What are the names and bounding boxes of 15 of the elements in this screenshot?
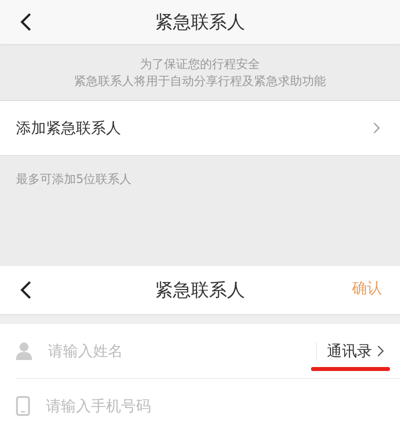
notice-text: 紧急联系人将用于自动分享行程及紧急求助功能 [74, 72, 326, 88]
notice-text: 为了保证您的行程安全 [140, 56, 260, 72]
add-contact-row[interactable]: 添加紧急联系人 [0, 101, 400, 155]
person-icon [16, 342, 32, 360]
phone-icon [16, 396, 30, 416]
input-field[interactable]: 请输入姓名 [46, 341, 316, 361]
page-title: 紧急联系人 [155, 11, 245, 34]
back-icon[interactable] [20, 12, 32, 32]
chevron-icon [377, 345, 384, 357]
chevron-icon [373, 122, 380, 134]
back-icon[interactable] [20, 280, 32, 300]
contacts-link[interactable]: 通讯录 [327, 342, 372, 360]
page-title: 紧急联系人 [155, 279, 245, 302]
input-field[interactable]: 请输入手机号码 [44, 396, 384, 416]
limit-note: 最多可添加5位联系人 [16, 172, 132, 186]
